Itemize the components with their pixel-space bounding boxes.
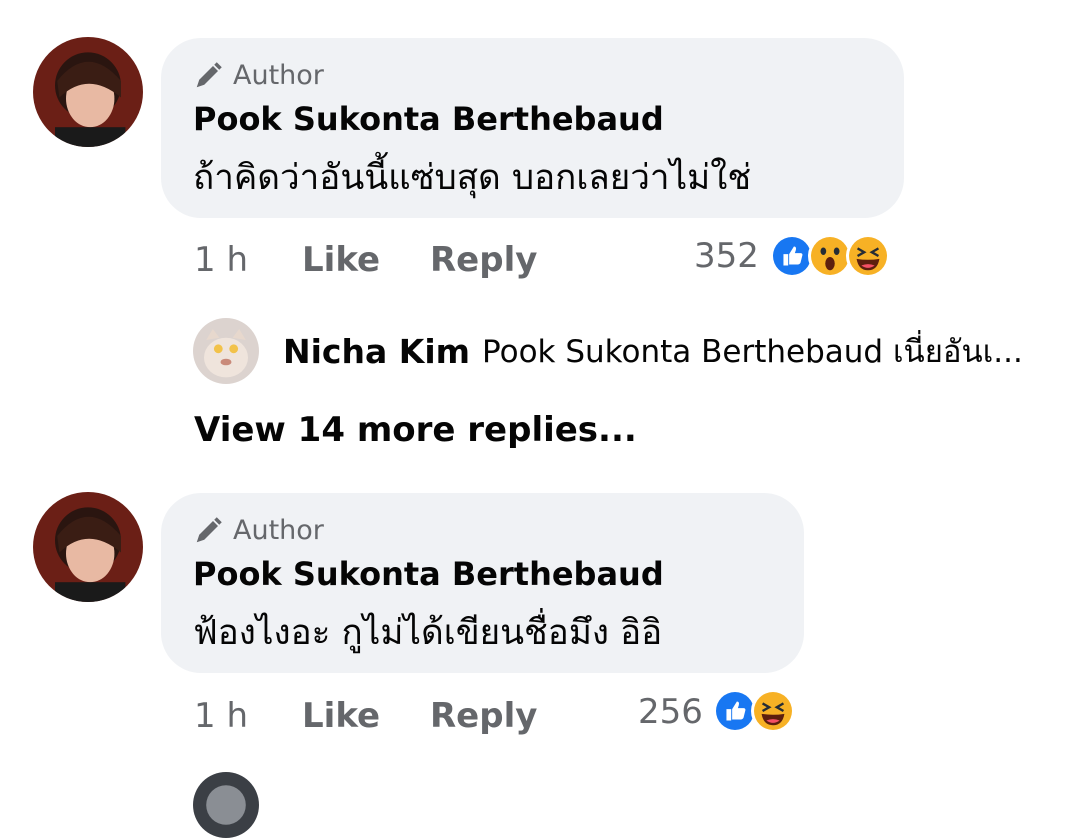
comment-text: ฟ้องไงอะ กูไม่ได้เขียนชื่อมึง อิอิ [193,613,663,653]
comment-timestamp[interactable]: 1 h [194,696,248,736]
comment-bubble: Author Pook Sukonta Berthebaud ฟ้องไงอะ … [161,493,804,673]
reply-button[interactable]: Reply [430,696,537,736]
avatar[interactable] [33,492,143,602]
haha-icon [751,689,795,733]
reaction-count[interactable]: 256 [638,692,703,732]
view-more-replies-link[interactable]: View 14 more replies... [194,410,637,450]
comment-timestamp[interactable]: 1 h [194,240,248,280]
reaction-count[interactable]: 352 [694,236,759,276]
like-button[interactable]: Like [302,240,380,280]
reaction-icons[interactable] [713,689,795,733]
like-button[interactable]: Like [302,696,380,736]
comment-bubble: Author Pook Sukonta Berthebaud ถ้าคิดว่า… [161,38,904,218]
haha-icon [846,234,890,278]
reply-text: Pook Sukonta Berthebaud เนี่ยอันเ... [482,334,1023,370]
reply-button[interactable]: Reply [430,240,537,280]
commenter-name[interactable]: Pook Sukonta Berthebaud [193,100,664,138]
avatar[interactable] [193,772,259,838]
reaction-icons[interactable] [770,234,890,278]
pen-icon [196,516,222,542]
commenter-name[interactable]: Pook Sukonta Berthebaud [193,555,664,593]
author-badge: Author [193,60,324,91]
reply-preview[interactable]: Nicha Kim Pook Sukonta Berthebaud เนี่ยอ… [193,318,1023,384]
author-label: Author [233,515,324,546]
avatar[interactable] [33,37,143,147]
author-badge: Author [193,515,324,546]
author-label: Author [233,60,324,91]
reply-avatar[interactable] [193,318,259,384]
pen-icon [196,61,222,87]
comment-text: ถ้าคิดว่าอันนี้แซ่บสุด บอกเลยว่าไม่ใช่ [193,158,752,198]
reply-author-name[interactable]: Nicha Kim [283,332,470,371]
